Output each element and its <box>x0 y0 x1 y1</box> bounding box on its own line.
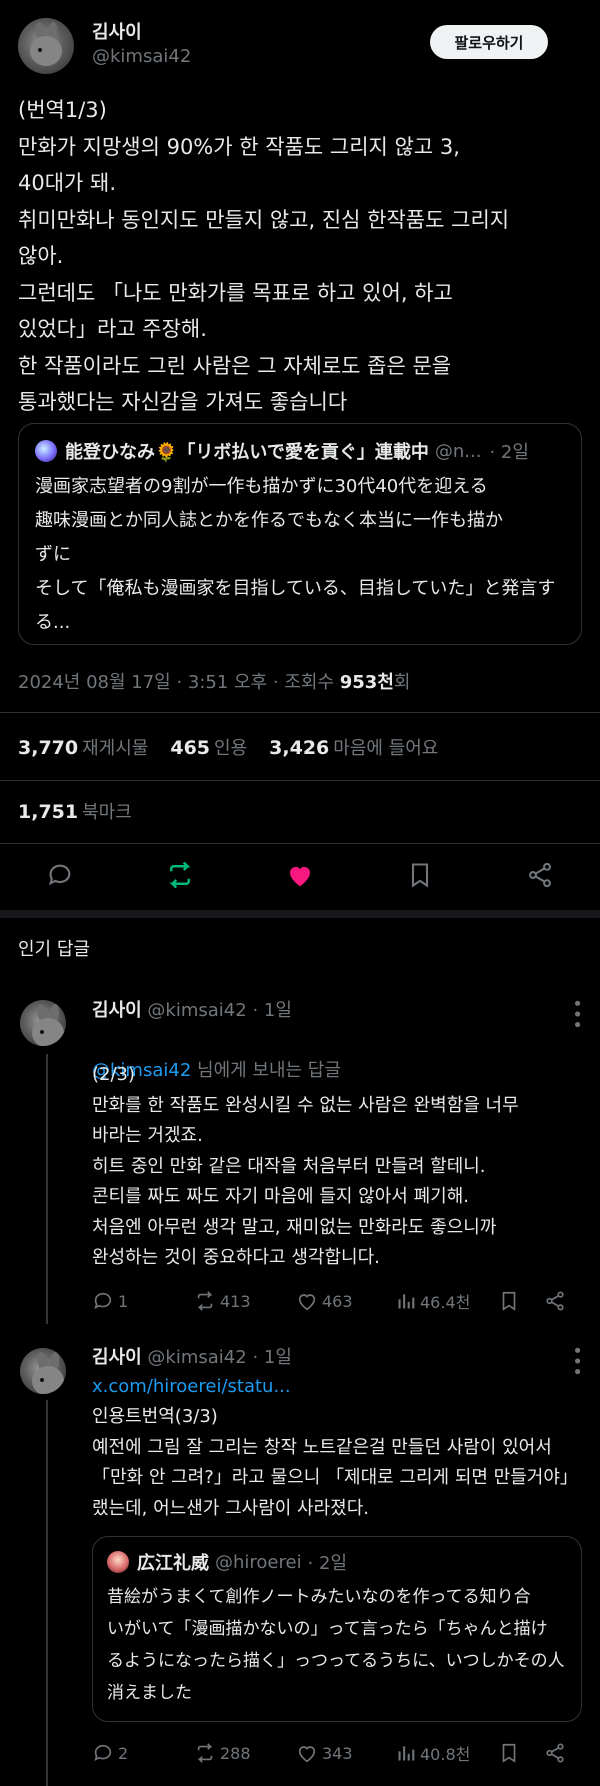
quoted-time: · 2일 <box>307 1553 348 1574</box>
quoted-text: 漫画家志望者の9割が一作も描かずに30代40代を迎える 趣味漫画とか同人誌とかを… <box>35 476 556 633</box>
quoted-text: 昔絵がうまくて創作ノートみたいなのを作ってる知り合 いがいて「漫画描かないの」っ… <box>107 1587 565 1703</box>
reply-text: (2/3) 만화를 한 작품도 완성시킬 수 없는 사람은 완벽함을 너무 바라… <box>92 1064 519 1268</box>
share-icon <box>546 1291 564 1311</box>
tweet-meta: 2024년 08월 17일 · 3:51 오후 · 조회수 953천회 <box>18 668 410 694</box>
bookmark-button[interactable] <box>498 1286 520 1316</box>
tweet-views-suffix: 회 <box>393 672 411 693</box>
quoted-avatar <box>107 1551 129 1573</box>
bookmark-button[interactable] <box>400 855 440 895</box>
share-icon <box>529 862 551 888</box>
follow-button[interactable]: 팔로우하기 <box>430 25 548 59</box>
share-icon <box>546 1743 564 1763</box>
reply-action-bar: 1 413 463 46.4천 <box>92 1286 572 1316</box>
retweet-button[interactable] <box>160 855 200 895</box>
tweet-action-bar <box>0 855 600 895</box>
views-icon <box>398 1746 415 1761</box>
heart-icon <box>298 1294 316 1311</box>
quoted-time: · 2일 <box>489 442 529 463</box>
views-count: 40.8천 <box>420 1745 471 1764</box>
retweet-count[interactable]: 3,770 재게시물 <box>18 734 148 760</box>
divider <box>0 843 600 844</box>
heart-icon <box>290 866 310 887</box>
tweet-date: 2024년 08월 17일 · 3:51 오후 · 조회수 <box>18 672 335 693</box>
like-button[interactable]: 463 <box>296 1286 353 1316</box>
share-button[interactable] <box>544 1286 566 1316</box>
tweet-text: (번역1/3) 만화가 지망생의 90%가 한 작품도 그리지 않고 3, 40… <box>18 98 510 414</box>
bookmark-button[interactable] <box>498 1738 520 1768</box>
reply-time[interactable]: · 1일 <box>252 1347 291 1368</box>
retweet-icon <box>197 1743 213 1763</box>
quoted-tweet-header: 能登ひなみ🌻「リボ払いで愛を貢ぐ」連載中 @n... · 2일 <box>35 438 565 464</box>
reply-handle[interactable]: @kimsai42 <box>147 1347 246 1368</box>
reply-icon <box>94 1744 112 1761</box>
bookmark-icon <box>502 1291 516 1311</box>
like-count: 343 <box>322 1743 353 1763</box>
thread-line <box>46 1400 48 1786</box>
quoted-avatar <box>35 440 57 462</box>
like-count[interactable]: 3,426 마음에 들어요 <box>269 734 438 760</box>
reply-name[interactable]: 김사이 <box>92 1000 142 1021</box>
reply-button[interactable] <box>40 855 80 895</box>
reply-action-bar: 2 288 343 40.8천 <box>92 1738 572 1768</box>
retweet-icon <box>197 1291 213 1311</box>
replies-section-title: 인기 답글 <box>18 939 90 960</box>
reply-icon <box>94 1292 112 1309</box>
reply-avatar[interactable] <box>20 1348 66 1394</box>
like-count: 463 <box>322 1291 353 1311</box>
reply-count: 1 <box>118 1291 129 1311</box>
author-handle[interactable]: @kimsai42 <box>92 46 191 67</box>
divider <box>0 712 600 713</box>
reply-time[interactable]: · 1일 <box>252 1000 291 1021</box>
reply-name[interactable]: 김사이 <box>92 1347 142 1368</box>
share-button[interactable] <box>520 855 560 895</box>
like-button[interactable]: 343 <box>296 1738 353 1768</box>
retweet-button[interactable]: 413 <box>194 1286 251 1316</box>
reply-handle[interactable]: @kimsai42 <box>147 1000 246 1021</box>
tweet-stats: 3,770 재게시물 465 인용 3,426 마음에 들어요 <box>18 734 438 760</box>
views-button[interactable]: 46.4천 <box>396 1286 470 1316</box>
share-button[interactable] <box>544 1738 566 1768</box>
like-button[interactable] <box>280 855 320 895</box>
heart-icon <box>298 1746 316 1763</box>
reply-button[interactable]: 1 <box>92 1286 128 1316</box>
quoted-tweet-header: 広江礼威 @hiroerei · 2일 <box>107 1549 567 1575</box>
quoted-handle: @n... <box>434 440 482 462</box>
quoted-name: 広江礼威 <box>137 1553 209 1574</box>
views-icon <box>398 1294 415 1309</box>
tweet-views: 953천 <box>339 672 394 693</box>
reply-button[interactable]: 2 <box>92 1738 128 1768</box>
bookmark-icon <box>502 1743 516 1763</box>
thread-line <box>46 1054 48 1324</box>
views-button[interactable]: 40.8천 <box>396 1738 470 1768</box>
author-name[interactable]: 김사이 <box>92 18 142 44</box>
reply-count: 2 <box>118 1743 129 1763</box>
retweet-count: 413 <box>220 1291 251 1311</box>
reply-header: 김사이 @kimsai42 · 1일 <box>92 1343 292 1369</box>
reply-link[interactable]: x.com/hiroerei/statu... <box>92 1372 592 1403</box>
divider <box>0 780 600 781</box>
bookmark-count[interactable]: 1,751 북마크 <box>18 798 132 824</box>
reply-text: 인용트번역(3/3) 예전에 그림 잘 그리는 창작 노트같은걸 만들던 사람이… <box>92 1406 578 1519</box>
bookmark-icon <box>411 863 429 888</box>
reply-avatar[interactable] <box>20 1000 66 1046</box>
retweet-icon <box>169 861 191 889</box>
author-avatar[interactable] <box>18 18 74 74</box>
quote-count[interactable]: 465 인용 <box>170 734 247 760</box>
views-count: 46.4천 <box>420 1293 471 1312</box>
reply-icon <box>49 864 71 886</box>
quoted-name: 能登ひなみ🌻「リボ払いで愛を貢ぐ」連載中 <box>65 442 429 463</box>
divider <box>0 910 600 918</box>
quoted-tweet[interactable]: 能登ひなみ🌻「リボ払いで愛を貢ぐ」連載中 @n... · 2일 漫画家志望者の9… <box>18 423 582 645</box>
quoted-tweet[interactable]: 広江礼威 @hiroerei · 2일 昔絵がうまくて創作ノートみたいなのを作っ… <box>92 1536 582 1722</box>
retweet-button[interactable]: 288 <box>194 1738 251 1768</box>
retweet-count: 288 <box>220 1743 251 1763</box>
quoted-handle: @hiroerei <box>215 1551 302 1573</box>
bookmark-stats: 1,751 북마크 <box>18 798 132 824</box>
reply-header: 김사이 @kimsai42 · 1일 <box>92 996 292 1022</box>
